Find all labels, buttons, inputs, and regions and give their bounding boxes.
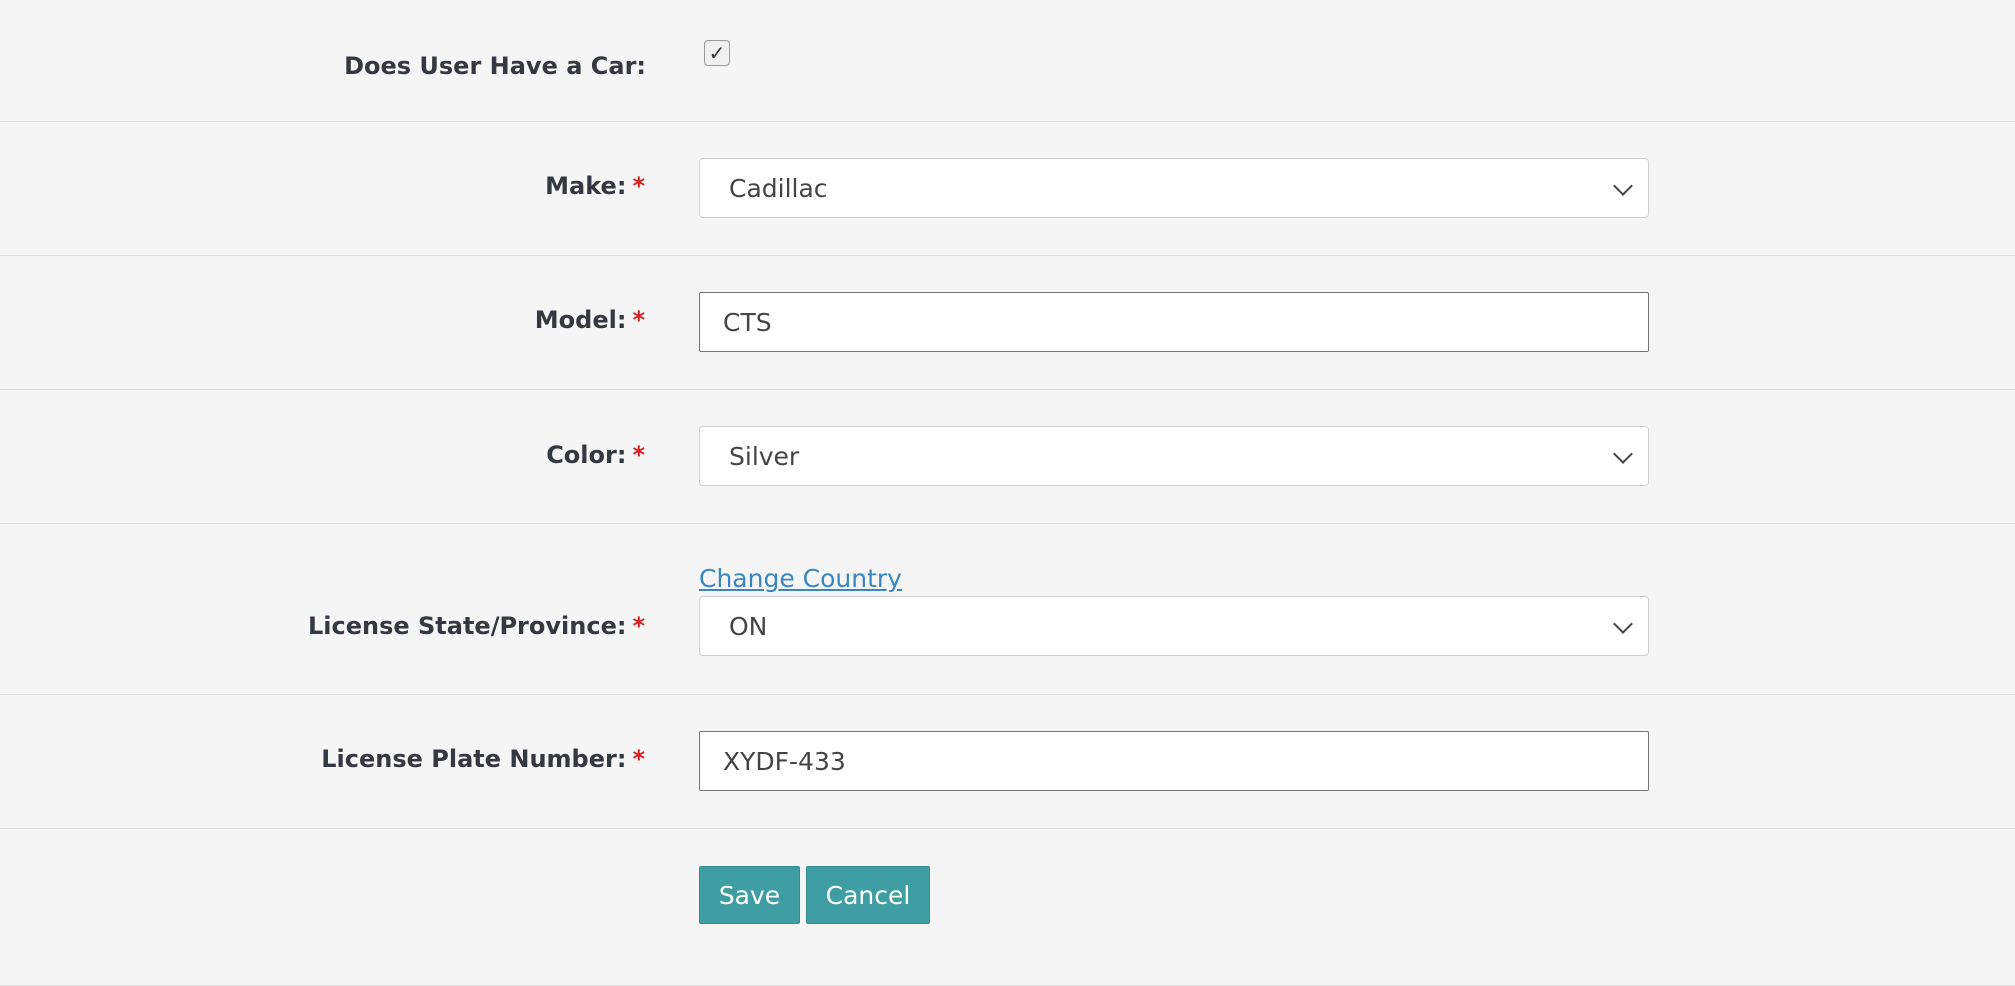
required-marker: *	[632, 172, 645, 200]
model-input[interactable]: CTS	[699, 292, 1649, 352]
make-selected-value: Cadillac	[729, 173, 828, 203]
required-marker: *	[632, 441, 645, 469]
color-selected-value: Silver	[729, 441, 800, 471]
license-plate-input[interactable]: XYDF-433	[699, 731, 1649, 791]
cancel-button[interactable]: Cancel	[806, 866, 930, 924]
actions-row: Save Cancel	[0, 829, 2015, 986]
license-state-row: License State/Province: * Change Country …	[0, 524, 2015, 695]
model-row: Model: * CTS	[0, 256, 2015, 390]
license-state-label: License State/Province: *	[307, 612, 645, 640]
has-car-label: Does User Have a Car:	[344, 52, 646, 80]
check-icon: ✓	[708, 41, 726, 65]
required-marker: *	[632, 612, 645, 640]
color-label: Color: *	[546, 441, 645, 469]
license-state-select[interactable]: ON	[699, 596, 1649, 656]
change-country-link[interactable]: Change Country	[699, 564, 902, 593]
required-marker: *	[632, 306, 645, 334]
color-select[interactable]: Silver	[699, 426, 1649, 486]
model-input-value: CTS	[723, 307, 772, 337]
model-label: Model: *	[534, 306, 645, 334]
make-label: Make: *	[545, 172, 645, 200]
license-plate-label: License Plate Number: *	[321, 745, 645, 773]
make-row: Make: * Cadillac	[0, 122, 2015, 256]
has-car-row: Does User Have a Car: ✓	[0, 0, 2015, 122]
color-row: Color: * Silver	[0, 390, 2015, 524]
car-form: Does User Have a Car: ✓ Make: * Cadillac …	[0, 0, 2015, 986]
has-car-checkbox[interactable]: ✓	[704, 40, 730, 66]
chevron-down-icon	[1613, 176, 1633, 196]
chevron-down-icon	[1613, 444, 1633, 464]
license-plate-row: License Plate Number: * XYDF-433	[0, 695, 2015, 829]
make-select[interactable]: Cadillac	[699, 158, 1649, 218]
license-plate-input-value: XYDF-433	[723, 746, 846, 776]
required-marker: *	[632, 745, 645, 773]
save-button[interactable]: Save	[699, 866, 800, 924]
license-state-selected-value: ON	[729, 611, 768, 641]
chevron-down-icon	[1613, 614, 1633, 634]
